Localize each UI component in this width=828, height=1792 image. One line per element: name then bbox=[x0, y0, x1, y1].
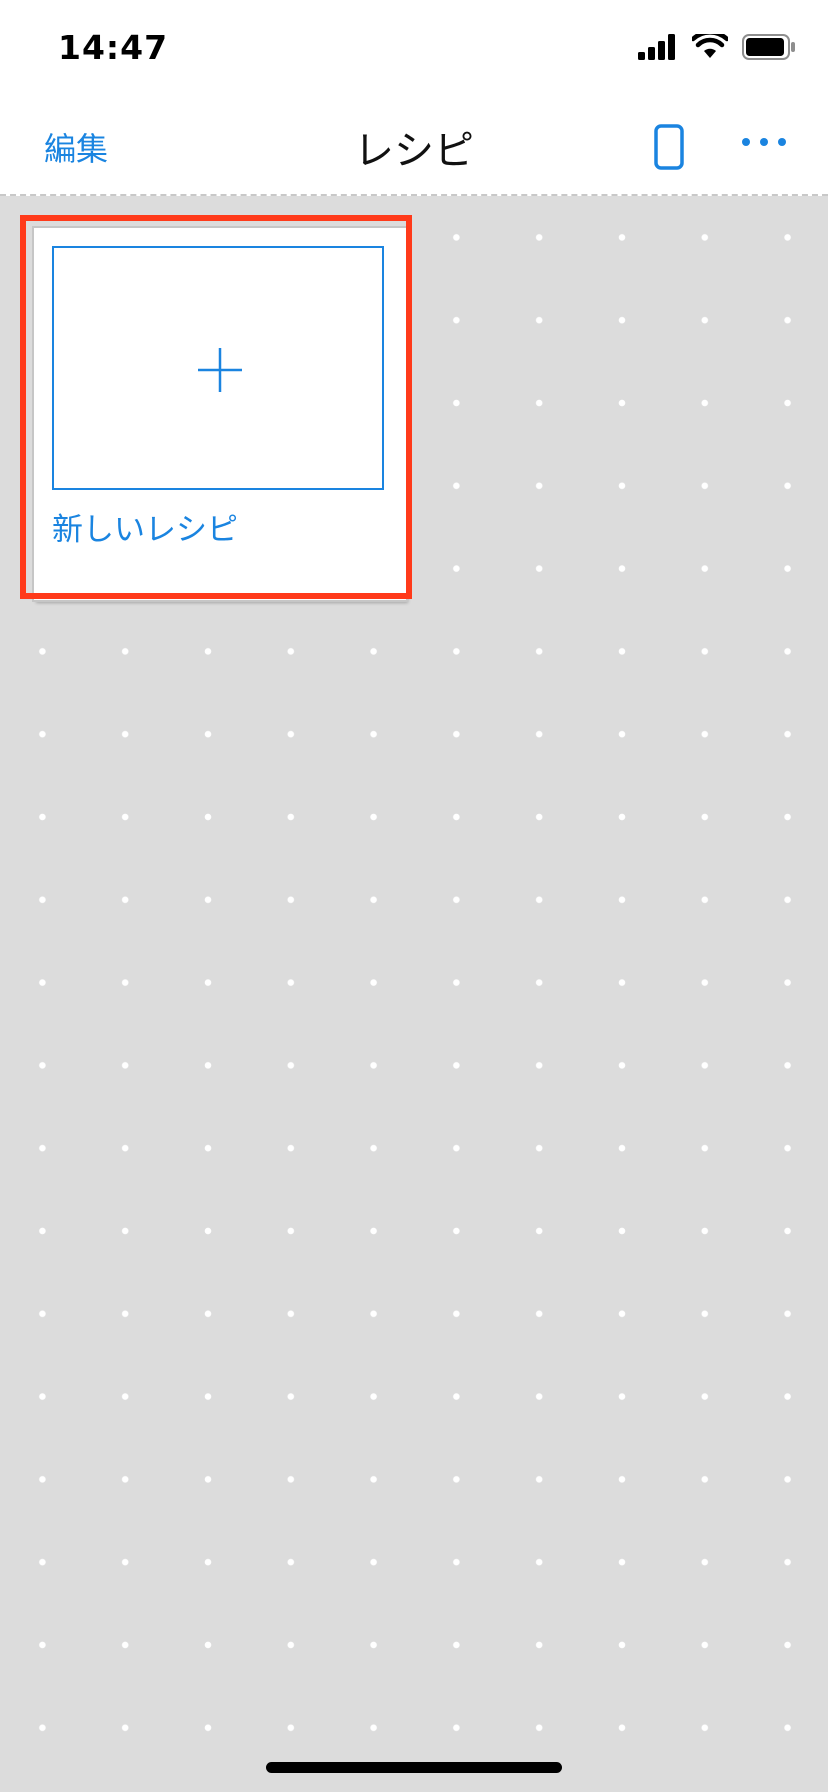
highlight-frame bbox=[20, 215, 412, 599]
phone-icon[interactable] bbox=[654, 124, 684, 174]
battery-icon bbox=[742, 34, 795, 60]
cellular-signal-icon bbox=[638, 34, 675, 60]
wifi-icon bbox=[692, 34, 728, 58]
status-bar: 14:47 bbox=[0, 0, 828, 96]
status-time: 14:47 bbox=[58, 28, 169, 67]
status-icons bbox=[638, 34, 796, 60]
nav-bar: 編集 レシピ bbox=[0, 96, 828, 196]
home-indicator[interactable] bbox=[266, 1762, 562, 1773]
page-title: レシピ bbox=[354, 128, 474, 174]
more-dots-icon[interactable] bbox=[740, 134, 788, 153]
